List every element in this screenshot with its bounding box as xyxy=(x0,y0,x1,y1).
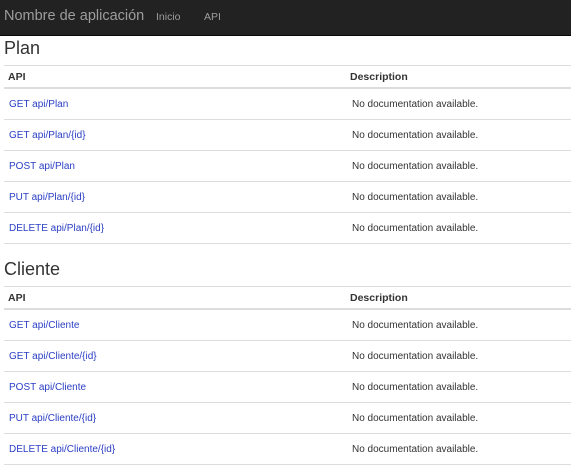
table-header-row: API Description xyxy=(4,65,571,89)
api-link[interactable]: GET api/Cliente/{id} xyxy=(9,351,97,362)
table-row: PUT api/Plan/{id} No documentation avail… xyxy=(4,181,571,213)
api-link[interactable]: DELETE api/Plan/{id} xyxy=(9,223,104,234)
api-description: No documentation available. xyxy=(346,119,571,151)
column-header-description: Description xyxy=(346,286,571,310)
api-description: No documentation available. xyxy=(346,309,571,341)
api-description: No documentation available. xyxy=(346,340,571,372)
api-table-cliente: API Description GET api/Cliente No docum… xyxy=(4,286,571,465)
table-row: GET api/Plan No documentation available. xyxy=(4,88,571,120)
table-header-row: API Description xyxy=(4,286,571,310)
table-row: POST api/Plan No documentation available… xyxy=(4,150,571,182)
table-row: PUT api/Cliente/{id} No documentation av… xyxy=(4,402,571,434)
column-header-api: API xyxy=(4,286,346,310)
api-link[interactable]: POST api/Cliente xyxy=(9,382,86,393)
api-link[interactable]: DELETE api/Cliente/{id} xyxy=(9,444,115,455)
api-description: No documentation available. xyxy=(346,371,571,403)
api-description: No documentation available. xyxy=(346,402,571,434)
api-link[interactable]: PUT api/Plan/{id} xyxy=(9,192,85,203)
nav-link-api[interactable]: API xyxy=(204,11,221,23)
table-row: DELETE api/Cliente/{id} No documentation… xyxy=(4,433,571,465)
table-row: GET api/Plan/{id} No documentation avail… xyxy=(4,119,571,151)
section-title-plan: Plan xyxy=(4,38,41,58)
api-link[interactable]: PUT api/Cliente/{id} xyxy=(9,413,96,424)
table-row: DELETE api/Plan/{id} No documentation av… xyxy=(4,212,571,244)
api-description: No documentation available. xyxy=(346,181,571,213)
api-table-plan: API Description GET api/Plan No document… xyxy=(4,65,571,244)
api-link[interactable]: POST api/Plan xyxy=(9,161,75,172)
api-description: No documentation available. xyxy=(346,150,571,182)
app-brand-link[interactable]: Nombre de aplicación xyxy=(4,8,144,24)
table-row: GET api/Cliente/{id} No documentation av… xyxy=(4,340,571,372)
top-navbar: Nombre de aplicación Inicio API xyxy=(0,0,571,36)
column-header-description: Description xyxy=(346,65,571,89)
api-description: No documentation available. xyxy=(346,433,571,465)
section-title-cliente: Cliente xyxy=(4,259,61,279)
nav-link-inicio[interactable]: Inicio xyxy=(156,11,181,23)
api-link[interactable]: GET api/Plan/{id} xyxy=(9,130,86,141)
table-row: POST api/Cliente No documentation availa… xyxy=(4,371,571,403)
api-link[interactable]: GET api/Cliente xyxy=(9,320,79,331)
table-row: GET api/Cliente No documentation availab… xyxy=(4,309,571,341)
api-link[interactable]: GET api/Plan xyxy=(9,99,68,110)
api-description: No documentation available. xyxy=(346,88,571,120)
api-description: No documentation available. xyxy=(346,212,571,244)
column-header-api: API xyxy=(4,65,346,89)
